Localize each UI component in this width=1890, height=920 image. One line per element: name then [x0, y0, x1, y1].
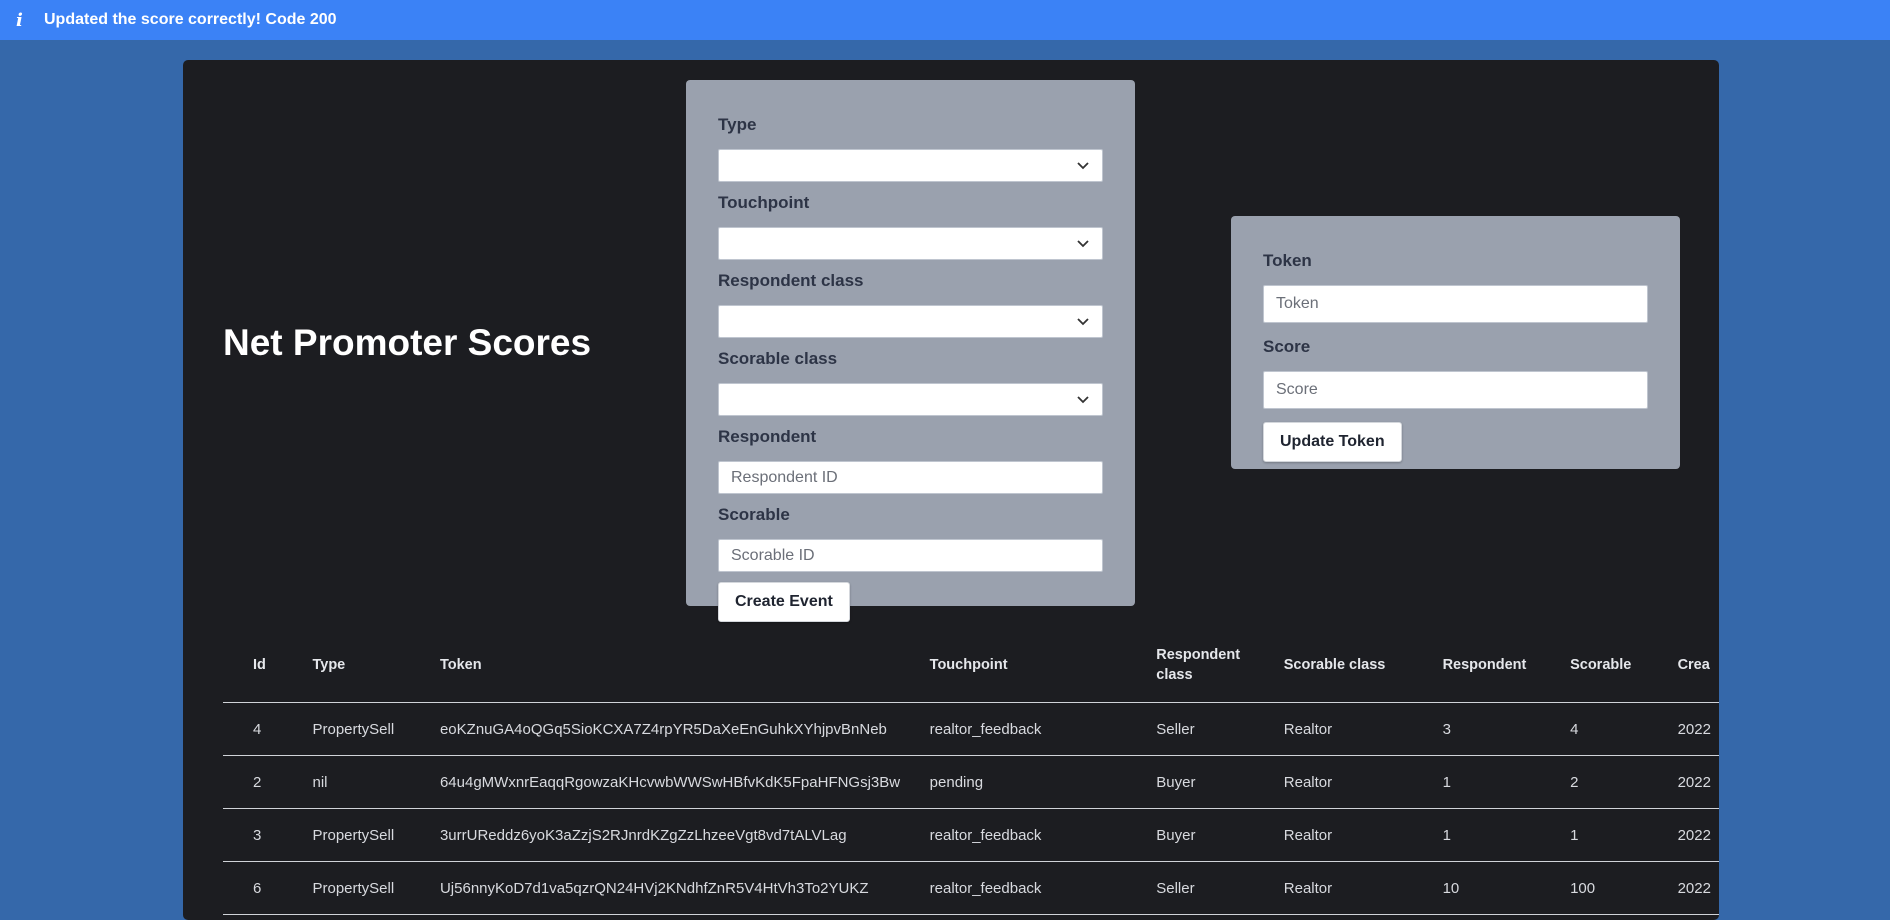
table-cell: 64u4gMWxnrEaqqRgowzaKHcvwbWWSwHBfvKdK5Fp… [439, 755, 930, 809]
table-cell: 100 [1570, 861, 1678, 915]
table-cell: PropertySell [312, 861, 440, 915]
table-cell: Realtor [1283, 861, 1443, 915]
column-header: Scorable [1570, 628, 1678, 703]
scorable-class-label: Scorable class [718, 349, 838, 368]
column-header: Touchpoint [929, 628, 1157, 703]
update-token-button[interactable]: Update Token [1263, 422, 1402, 462]
column-header: Respondent class [1156, 628, 1284, 703]
scores-table: Id Type Token Touchpoint Respondent clas… [223, 628, 1719, 915]
type-label: Type [718, 115, 757, 134]
column-header: Scorable class [1283, 628, 1443, 703]
table-cell: 1 [1570, 808, 1678, 862]
column-header: Type [312, 628, 440, 703]
table-cell: 2022 [1677, 755, 1719, 809]
table-cell: Seller [1156, 861, 1284, 915]
create-event-button[interactable]: Create Event [718, 582, 850, 622]
column-header: Id [223, 628, 313, 703]
chevron-down-icon [1077, 318, 1089, 326]
respondent-class-select[interactable] [718, 305, 1103, 338]
table-cell: PropertySell [312, 808, 440, 862]
table-cell: 2 [1570, 755, 1678, 809]
table-cell: 2 [223, 755, 313, 809]
table-cell: Uj56nnyKoD7d1va5qzrQN24HVj2KNdhfZnR5V4Ht… [439, 861, 930, 915]
table-cell: pending [929, 755, 1157, 809]
table-row: 3 PropertySell 3urrUReddz6yoK3aZzjS2RJnr… [223, 808, 1719, 862]
token-label: Token [1263, 251, 1312, 270]
table-cell: realtor_feedback [929, 702, 1157, 756]
column-header: Crea [1677, 628, 1719, 703]
token-input[interactable] [1263, 285, 1648, 323]
table-cell: PropertySell [312, 702, 440, 756]
table-row: 6 PropertySell Uj56nnyKoD7d1va5qzrQN24HV… [223, 861, 1719, 915]
table-cell: 2022 [1677, 702, 1719, 756]
notification-text: Updated the score correctly! Code 200 [44, 11, 337, 28]
notification-banner: i Updated the score correctly! Code 200 [0, 0, 1890, 40]
score-input[interactable] [1263, 371, 1648, 409]
scorable-id-input[interactable] [718, 539, 1103, 572]
main-panel: Net Promoter Scores Type Touchpoint Resp… [183, 60, 1719, 920]
table-cell: 4 [1570, 702, 1678, 756]
update-token-form: Token Score Update Token [1231, 216, 1680, 469]
table-cell: Buyer [1156, 755, 1284, 809]
table-cell: 1 [1442, 755, 1571, 809]
page-title: Net Promoter Scores [223, 322, 592, 363]
table-cell: 3 [223, 808, 313, 862]
table-cell: Realtor [1283, 702, 1443, 756]
table-cell: Realtor [1283, 755, 1443, 809]
column-header: Respondent [1442, 628, 1571, 703]
scorable-label: Scorable [718, 505, 790, 524]
touchpoint-label: Touchpoint [718, 193, 810, 212]
table-cell: 10 [1442, 861, 1571, 915]
respondent-label: Respondent [718, 427, 817, 446]
table-cell: realtor_feedback [929, 808, 1157, 862]
table-cell: realtor_feedback [929, 861, 1157, 915]
chevron-down-icon [1077, 396, 1089, 404]
table-cell: 2022 [1677, 808, 1719, 862]
respondent-id-input[interactable] [718, 461, 1103, 494]
table-row: 2 nil 64u4gMWxnrEaqqRgowzaKHcvwbWWSwHBfv… [223, 755, 1719, 809]
create-event-form: Type Touchpoint Respondent class Scorabl… [686, 80, 1135, 622]
table-header-row: Id Type Token Touchpoint Respondent clas… [223, 628, 1719, 703]
score-label: Score [1263, 337, 1311, 356]
chevron-down-icon [1077, 240, 1089, 248]
table-cell: Seller [1156, 702, 1284, 756]
respondent-class-label: Respondent class [718, 271, 864, 290]
table-cell: 4 [223, 702, 313, 756]
scorable-class-select[interactable] [718, 383, 1103, 416]
chevron-down-icon [1077, 162, 1089, 170]
table-cell: 2022 [1677, 861, 1719, 915]
table-cell: 6 [223, 861, 313, 915]
table-cell: nil [312, 755, 440, 809]
table-cell: 3urrUReddz6yoK3aZzjS2RJnrdKZgZzLhzeeVgt8… [439, 808, 930, 862]
table-row: 4 PropertySell eoKZnuGA4oQGq5SioKCXA7Z4r… [223, 702, 1719, 756]
table-cell: Buyer [1156, 808, 1284, 862]
type-select[interactable] [718, 149, 1103, 182]
table-cell: eoKZnuGA4oQGq5SioKCXA7Z4rpYR5DaXeEnGuhkX… [439, 702, 930, 756]
info-icon: i [16, 9, 23, 31]
touchpoint-select[interactable] [718, 227, 1103, 260]
table-cell: 1 [1442, 808, 1571, 862]
table-cell: Realtor [1283, 808, 1443, 862]
column-header: Token [439, 628, 930, 703]
table-cell: 3 [1442, 702, 1571, 756]
